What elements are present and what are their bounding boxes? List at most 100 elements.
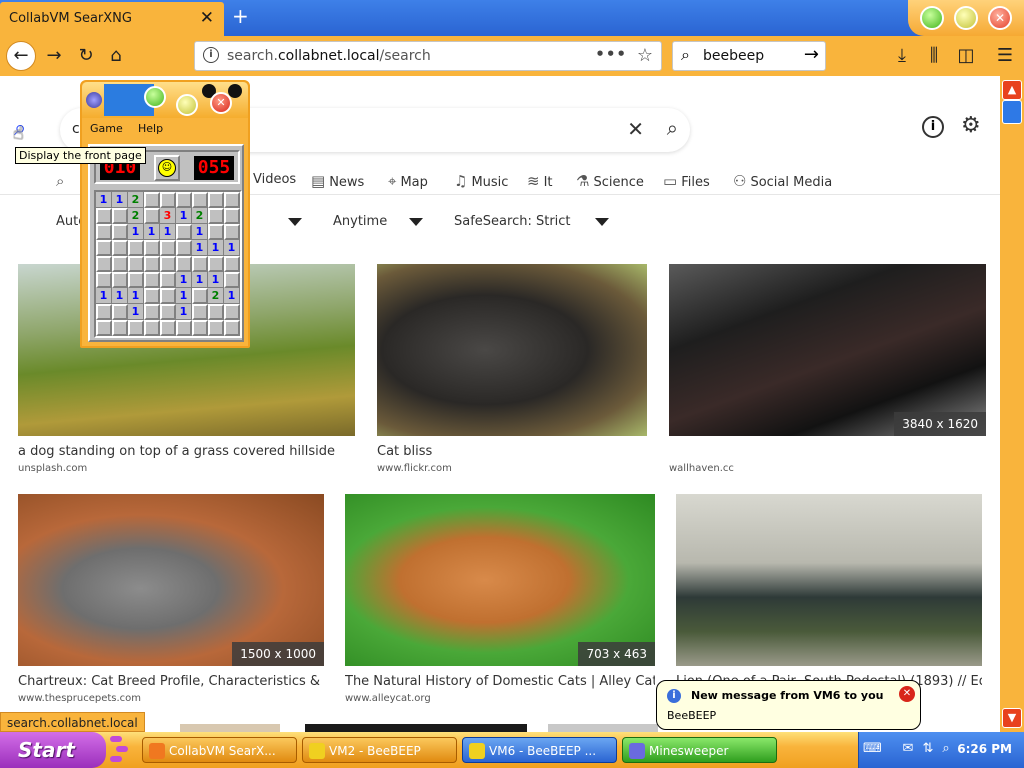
image-result[interactable]: Cat bliss www.flickr.com [377,264,647,474]
page-actions-icon[interactable]: ••• [595,45,627,63]
library-icon[interactable]: ⫼ [922,44,946,68]
result-thumbnail[interactable]: 703 x 463 [345,494,655,666]
mine-cell[interactable]: 2 [208,288,224,304]
tab-news[interactable]: ▤ News [311,172,364,190]
maximize-button[interactable] [954,6,978,30]
image-result[interactable]: 703 x 463 The Natural History of Domesti… [345,494,655,706]
result-title[interactable]: Chartreux: Cat Breed Profile, Characteri… [18,674,324,689]
maximize-button[interactable] [176,94,198,116]
downloads-icon[interactable]: ⤓ [890,44,914,68]
mine-cell[interactable]: 1 [224,240,240,256]
mine-cell[interactable] [224,272,240,288]
tab-map[interactable]: ⌖ Map [388,172,428,190]
mine-cell[interactable] [96,304,112,320]
image-result-partial[interactable] [305,724,527,732]
image-result-partial[interactable] [180,724,280,732]
mine-cell[interactable] [192,304,208,320]
category-search-icon[interactable]: ⌕ [56,172,68,190]
time-dropdown-icon[interactable] [409,218,423,226]
mine-cell[interactable] [192,288,208,304]
browser-tab[interactable]: CollabVM SearXNG ✕ [0,2,224,36]
mine-cell[interactable] [224,224,240,240]
result-thumbnail[interactable]: 1500 x 1000 [18,494,324,666]
mine-cell[interactable]: 1 [112,192,128,208]
mine-cell[interactable] [112,240,128,256]
mine-cell[interactable] [144,192,160,208]
mine-cell[interactable] [112,208,128,224]
tab-close-icon[interactable]: ✕ [200,8,214,28]
menu-game[interactable]: Game [90,122,123,135]
mine-cell[interactable] [160,256,176,272]
mine-cell[interactable] [208,192,224,208]
mine-cell[interactable]: 2 [192,208,208,224]
minimize-button[interactable] [144,86,166,108]
mine-cell[interactable] [192,256,208,272]
mine-cell[interactable] [224,192,240,208]
mine-cell[interactable] [144,320,160,336]
mine-cell[interactable] [96,272,112,288]
mine-cell[interactable] [128,320,144,336]
tab-videos[interactable]: Videos [253,172,296,187]
forward-icon[interactable]: → [42,44,66,68]
search-tray-icon[interactable]: ⌕ [939,742,953,756]
minesweeper-titlebar[interactable]: ✕ [82,82,248,118]
mine-cell[interactable] [160,192,176,208]
preferences-gear-icon[interactable]: ⚙ [961,113,981,138]
result-title[interactable]: a dog standing on top of a grass covered… [18,444,355,459]
result-thumbnail[interactable]: 3840 x 1620 [669,264,986,436]
mine-cell[interactable] [176,320,192,336]
scroll-thumb[interactable] [1002,100,1022,124]
beebeep-tray-icon[interactable]: ✉ [901,742,915,756]
tab-files[interactable]: ▭ Files [663,172,710,190]
mine-cell[interactable]: 1 [208,272,224,288]
mine-cell[interactable] [144,208,160,224]
reset-smiley-button[interactable]: ☺ [154,155,180,181]
mine-cell[interactable] [192,192,208,208]
mine-cell[interactable]: 1 [96,288,112,304]
image-result-partial[interactable] [548,724,658,732]
result-thumbnail[interactable] [377,264,647,436]
mine-cell[interactable] [224,256,240,272]
page-scrollbar[interactable]: ▲ ▼ [1000,76,1024,732]
mine-cell[interactable] [160,304,176,320]
site-info-icon[interactable]: i [203,47,219,63]
mine-cell[interactable] [192,320,208,336]
notification-balloon[interactable]: i New message from VM6 to you ✕ BeeBEEP [656,680,921,730]
mine-cell[interactable]: 1 [128,288,144,304]
mine-cell[interactable]: 1 [192,224,208,240]
mine-cell[interactable] [144,256,160,272]
result-title[interactable]: Cat bliss [377,444,647,459]
mine-cell[interactable]: 1 [144,224,160,240]
mine-cell[interactable] [96,208,112,224]
mine-cell[interactable]: 1 [192,240,208,256]
safesearch-filter[interactable]: SafeSearch: Strict [454,214,571,229]
result-thumbnail[interactable] [676,494,982,666]
back-icon[interactable]: ← [6,41,36,71]
mine-cell[interactable] [128,240,144,256]
mine-cell[interactable] [128,256,144,272]
mine-cell[interactable]: 1 [176,288,192,304]
mine-cell[interactable] [224,320,240,336]
tab-it[interactable]: ≋ It [527,172,553,190]
mine-cell[interactable] [96,256,112,272]
mine-cell[interactable] [208,224,224,240]
mine-cell[interactable]: 2 [128,192,144,208]
mine-cell[interactable] [224,304,240,320]
taskbar-item-vm6-beebeep[interactable]: VM6 - BeeBEEP ... [462,737,617,763]
sidebar-icon[interactable]: ◫ [954,44,978,68]
mine-cell[interactable] [176,224,192,240]
mine-cell[interactable]: 1 [160,224,176,240]
mine-cell[interactable]: 1 [176,304,192,320]
mine-cell[interactable] [160,320,176,336]
submit-search-icon[interactable]: ⌕ [667,116,678,140]
mine-cell[interactable] [176,256,192,272]
mine-cell[interactable]: 1 [128,304,144,320]
url-bar[interactable]: i search.collabnet.local/search ••• ☆ [194,41,662,71]
mine-cell[interactable] [176,240,192,256]
image-result[interactable]: Lion (One of a Pair, South Pedestal) (18… [676,494,982,706]
mine-cell[interactable]: 1 [192,272,208,288]
search-go-icon[interactable]: → [804,44,819,65]
mine-cell[interactable]: 1 [176,208,192,224]
mine-cell[interactable] [112,224,128,240]
mine-cell[interactable] [96,224,112,240]
